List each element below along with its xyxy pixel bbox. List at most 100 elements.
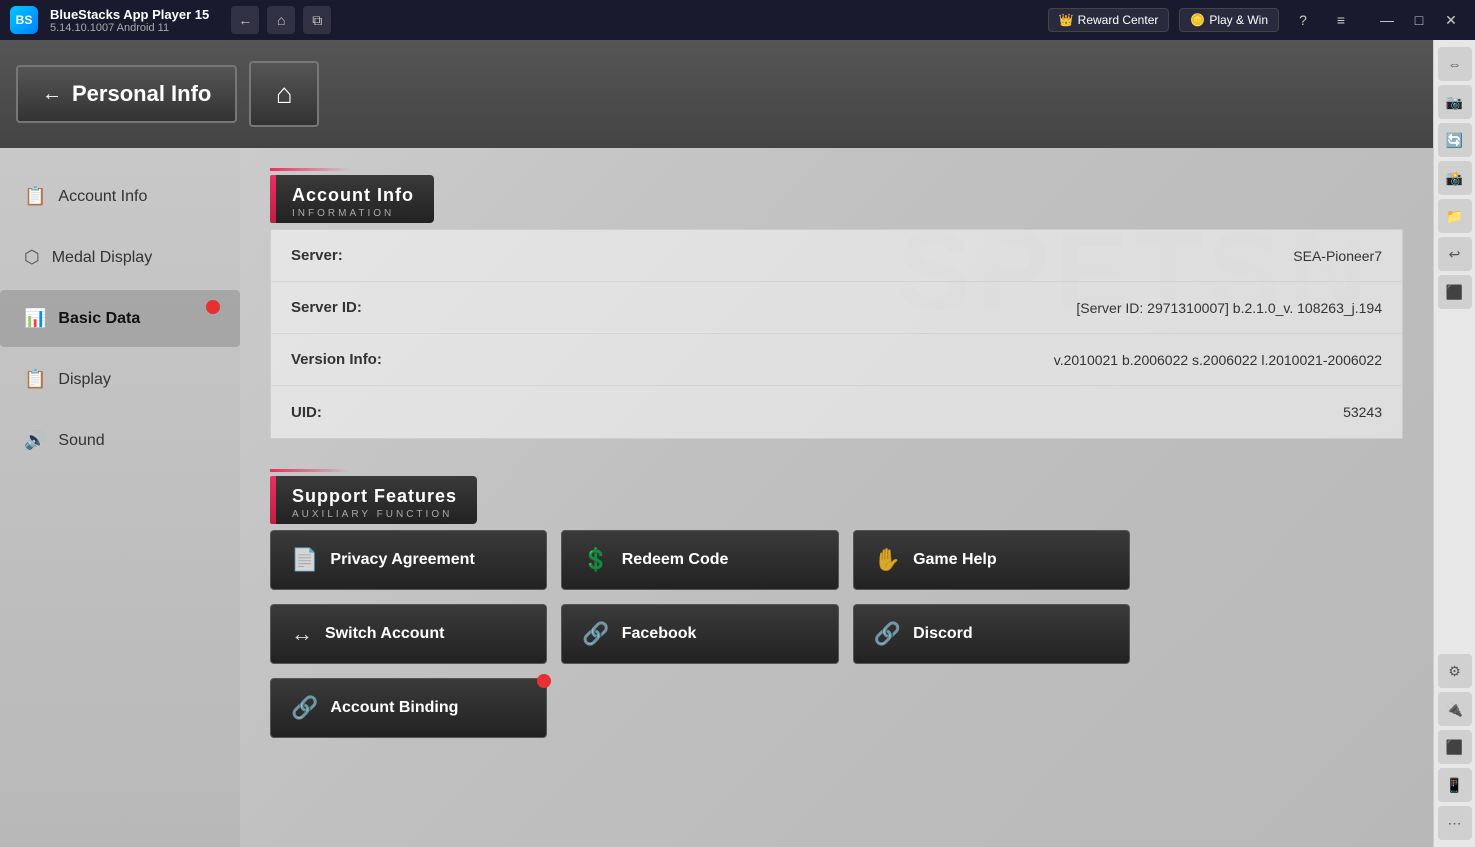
account-info-table: Server: SEA-Pioneer7 Server ID: [Server …	[270, 229, 1403, 439]
menu-button[interactable]: ≡	[1327, 6, 1355, 34]
game-help-button[interactable]: ✋ Game Help	[853, 530, 1130, 590]
right-sidebar-btn-8[interactable]: ⚙	[1438, 654, 1472, 688]
basic-data-badge	[206, 300, 220, 314]
server-id-row: Server ID: [Server ID: 2971310007] b.2.1…	[271, 282, 1402, 334]
sidebar-item-display[interactable]: 📋 Display	[0, 351, 240, 408]
support-features-section-title: Support Features	[292, 486, 457, 507]
version-info-label: Version Info:	[291, 351, 451, 368]
sidebar-item-account-info[interactable]: 📋 Account Info	[0, 168, 240, 225]
personal-info-button[interactable]: ← Personal Info	[16, 65, 237, 123]
right-sidebar-btn-11[interactable]: 📱	[1438, 768, 1472, 802]
right-sidebar-btn-1[interactable]: ⇔	[1438, 47, 1472, 81]
uid-label: UID:	[291, 404, 451, 421]
help-button[interactable]: ?	[1289, 6, 1317, 34]
game-help-label: Game Help	[913, 551, 997, 569]
discord-icon: 🔗	[874, 621, 901, 647]
title-bar-right: 👑 Reward Center 🪙 Play & Win ? ≡ — □ ✕	[1048, 6, 1465, 34]
right-sidebar-btn-2[interactable]: 📷	[1438, 85, 1472, 119]
redeem-code-label: Redeem Code	[622, 551, 729, 569]
nav-back-button[interactable]: ←	[231, 6, 259, 34]
account-binding-label: Account Binding	[330, 699, 458, 717]
account-binding-badge	[537, 674, 551, 688]
app-name: BlueStacks App Player 15	[50, 7, 209, 22]
right-sidebar-btn-7[interactable]: ⬛	[1438, 275, 1472, 309]
home-button[interactable]: ⌂	[249, 61, 319, 127]
account-binding-button[interactable]: 🔗 Account Binding	[270, 678, 547, 738]
main-content: SPETSN Account Info INFORMATION Server: …	[240, 148, 1433, 847]
title-bar: BS BlueStacks App Player 15 5.14.10.1007…	[0, 0, 1475, 40]
support-features-section-header: Support Features AUXILIARY FUNCTION	[270, 476, 1403, 524]
game-help-icon: ✋	[874, 547, 901, 573]
window-controls: — □ ✕	[1373, 6, 1465, 34]
features-grid: 📄 Privacy Agreement 💲 Redeem Code ✋ Game…	[270, 530, 1130, 738]
coin-icon: 🪙	[1190, 13, 1205, 27]
server-id-label: Server ID:	[291, 299, 451, 316]
privacy-agreement-button[interactable]: 📄 Privacy Agreement	[270, 530, 547, 590]
discord-button[interactable]: 🔗 Discord	[853, 604, 1130, 664]
personal-info-title: Personal Info	[72, 81, 211, 107]
uid-value: 53243	[451, 404, 1382, 420]
top-bar: ← Personal Info ⌂	[0, 40, 1433, 148]
app-version: 5.14.10.1007 Android 11	[50, 22, 209, 34]
account-info-title-box: Account Info INFORMATION	[276, 175, 434, 223]
switch-account-icon: ↔	[291, 621, 313, 647]
minimize-button[interactable]: —	[1373, 6, 1401, 34]
right-sidebar-btn-4[interactable]: 📸	[1438, 161, 1472, 195]
version-info-row: Version Info: v.2010021 b.2006022 s.2006…	[271, 334, 1402, 386]
switch-account-button[interactable]: ↔ Switch Account	[270, 604, 547, 664]
back-arrow-icon: ←	[42, 83, 62, 106]
discord-label: Discord	[913, 625, 973, 643]
account-info-section-title: Account Info	[292, 185, 414, 206]
uid-row: UID: 53243	[271, 386, 1402, 438]
account-binding-icon: 🔗	[291, 695, 318, 721]
support-features-title-box: Support Features AUXILIARY FUNCTION	[276, 476, 477, 524]
nav-home-button[interactable]: ⌂	[267, 6, 295, 34]
right-sidebar-btn-5[interactable]: 📁	[1438, 199, 1472, 233]
sidebar-item-label: Medal Display	[52, 249, 152, 267]
right-sidebar-btn-9[interactable]: 🔌	[1438, 692, 1472, 726]
support-features-section-subtitle: AUXILIARY FUNCTION	[292, 509, 457, 520]
support-features-divider	[270, 469, 350, 472]
nav-copy-button[interactable]: ⧉	[303, 6, 331, 34]
redeem-code-button[interactable]: 💲 Redeem Code	[561, 530, 838, 590]
content-row: 📋 Account Info ⬡ Medal Display 📊 Basic D…	[0, 148, 1433, 847]
facebook-button[interactable]: 🔗 Facebook	[561, 604, 838, 664]
basic-data-icon: 📊	[24, 308, 46, 329]
reward-center-button[interactable]: 👑 Reward Center	[1048, 8, 1170, 32]
right-sidebar-btn-3[interactable]: 🔄	[1438, 123, 1472, 157]
right-sidebar: ⇔ 📷 🔄 📸 📁 ↩ ⬛ ⚙ 🔌 ⬛ 📱 ⋯	[1433, 40, 1475, 847]
facebook-icon: 🔗	[582, 621, 609, 647]
sidebar-item-label: Display	[58, 371, 110, 389]
right-sidebar-btn-12[interactable]: ⋯	[1438, 806, 1472, 840]
right-sidebar-btn-10[interactable]: ⬛	[1438, 730, 1472, 764]
play-win-button[interactable]: 🪙 Play & Win	[1179, 8, 1279, 32]
main-area: ← Personal Info ⌂ 📋 Account Info ⬡ Medal…	[0, 40, 1433, 847]
privacy-agreement-icon: 📄	[291, 547, 318, 573]
switch-account-label: Switch Account	[325, 625, 444, 643]
sound-icon: 🔊	[24, 430, 46, 451]
crown-icon: 👑	[1059, 13, 1074, 27]
server-value: SEA-Pioneer7	[451, 248, 1382, 264]
redeem-code-icon: 💲	[582, 547, 609, 573]
sidebar-item-sound[interactable]: 🔊 Sound	[0, 412, 240, 469]
account-info-section-subtitle: INFORMATION	[292, 208, 414, 219]
home-icon: ⌂	[276, 78, 293, 110]
server-row: Server: SEA-Pioneer7	[271, 230, 1402, 282]
left-sidebar: 📋 Account Info ⬡ Medal Display 📊 Basic D…	[0, 148, 240, 847]
sidebar-item-medal-display[interactable]: ⬡ Medal Display	[0, 229, 240, 286]
sidebar-item-basic-data[interactable]: 📊 Basic Data	[0, 290, 240, 347]
server-label: Server:	[291, 247, 451, 264]
account-info-icon: 📋	[24, 186, 46, 207]
display-icon: 📋	[24, 369, 46, 390]
account-info-divider	[270, 168, 350, 171]
account-info-section-header: Account Info INFORMATION	[270, 175, 1403, 223]
nav-buttons: ← ⌂ ⧉	[231, 6, 331, 34]
close-button[interactable]: ✕	[1437, 6, 1465, 34]
privacy-agreement-label: Privacy Agreement	[330, 551, 474, 569]
sidebar-item-label: Account Info	[58, 188, 147, 206]
sidebar-item-label: Sound	[58, 432, 104, 450]
facebook-label: Facebook	[622, 625, 697, 643]
version-info-value: v.2010021 b.2006022 s.2006022 l.2010021-…	[451, 352, 1382, 368]
maximize-button[interactable]: □	[1405, 6, 1433, 34]
right-sidebar-btn-6[interactable]: ↩	[1438, 237, 1472, 271]
